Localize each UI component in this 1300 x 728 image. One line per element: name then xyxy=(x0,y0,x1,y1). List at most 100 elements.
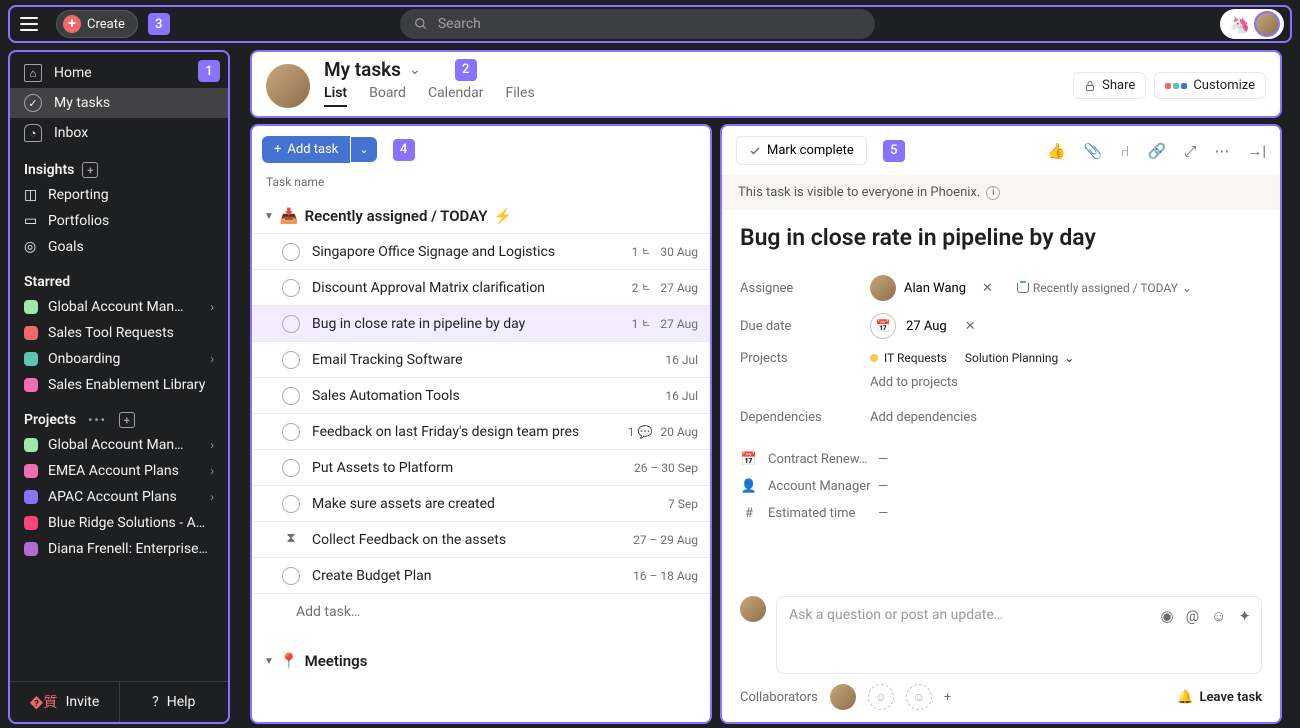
task-row[interactable]: Sales Automation Tools16 Jul xyxy=(252,377,710,413)
emoji-icon[interactable]: ☺ xyxy=(1211,607,1226,625)
unicorn-icon[interactable]: 🦄 xyxy=(1230,15,1250,34)
chevron-right-icon[interactable]: › xyxy=(210,300,214,314)
assignee-chip[interactable]: Alan Wang ✕ xyxy=(870,275,993,301)
user-avatar[interactable] xyxy=(1254,11,1280,37)
custom-field-row[interactable]: 📅Contract Renew…— xyxy=(740,446,1262,473)
record-icon[interactable]: ◉ xyxy=(1161,607,1174,625)
complete-checkbox[interactable] xyxy=(282,495,300,513)
chevron-right-icon[interactable]: › xyxy=(210,438,214,452)
starred-header[interactable]: Starred xyxy=(10,260,228,294)
nav-portfolios[interactable]: ▭Portfolios xyxy=(10,208,228,234)
starred-item[interactable]: Sales Enablement Library xyxy=(10,372,228,398)
clear-assignee-icon[interactable]: ✕ xyxy=(982,281,993,296)
field-icon: # xyxy=(740,506,758,521)
nav-goals[interactable]: ◎Goals xyxy=(10,234,228,260)
menu-toggle-icon[interactable] xyxy=(20,12,44,36)
complete-checkbox[interactable] xyxy=(282,243,300,261)
add-collaborator-placeholder[interactable]: ☺ xyxy=(906,684,932,710)
task-row[interactable]: Bug in close rate in pipeline by day1 27… xyxy=(252,305,710,341)
close-panel-icon[interactable]: →| xyxy=(1247,142,1266,160)
search-input[interactable]: Search xyxy=(400,9,875,39)
section-recently-assigned[interactable]: ▼ 📥 Recently assigned / TODAY ⚡ xyxy=(252,199,710,233)
add-task-inline[interactable]: Add task… xyxy=(252,593,710,630)
tab-files[interactable]: Files xyxy=(506,85,535,107)
complete-checkbox[interactable] xyxy=(282,387,300,405)
complete-checkbox[interactable] xyxy=(282,423,300,441)
task-row[interactable]: Make sure assets are created7 Sep xyxy=(252,485,710,521)
complete-checkbox[interactable] xyxy=(282,459,300,477)
assignee-section-chip[interactable]: Recently assigned / TODAY ⌄ xyxy=(1017,281,1192,295)
starred-item[interactable]: Global Account Man…› xyxy=(10,294,228,320)
more-icon[interactable]: ⋯ xyxy=(1214,142,1229,160)
tab-list[interactable]: List xyxy=(324,85,347,107)
custom-field-row[interactable]: #Estimated time— xyxy=(740,500,1262,527)
task-title[interactable]: Bug in close rate in pipeline by day xyxy=(740,224,1262,251)
add-dependencies-link[interactable]: Add dependencies xyxy=(870,410,977,425)
chevron-down-icon[interactable]: ⌄ xyxy=(409,62,421,78)
project-item[interactable]: Diana Frenell: Enterprise… xyxy=(10,536,228,562)
clear-date-icon[interactable]: ✕ xyxy=(965,319,976,334)
project-item[interactable]: APAC Account Plans› xyxy=(10,484,228,510)
insights-header[interactable]: Insights + xyxy=(10,148,228,182)
link-icon[interactable]: 🔗 xyxy=(1148,142,1167,160)
task-row[interactable]: ⧗Collect Feedback on the assets27 – 29 A… xyxy=(252,521,710,557)
mention-icon[interactable]: @ xyxy=(1186,607,1199,625)
nav-my-tasks[interactable]: ✓ My tasks xyxy=(10,88,228,118)
like-icon[interactable]: 👍 xyxy=(1047,142,1066,160)
add-to-projects-link[interactable]: Add to projects xyxy=(870,375,1092,390)
task-row[interactable]: Create Budget Plan16 – 18 Aug xyxy=(252,557,710,593)
chevron-right-icon[interactable]: › xyxy=(210,464,214,478)
task-row[interactable]: Discount Approval Matrix clarification2 … xyxy=(252,269,710,305)
custom-field-row[interactable]: 👤Account Manager— xyxy=(740,473,1262,500)
chevron-right-icon[interactable]: › xyxy=(210,490,214,504)
collaborator-avatar[interactable] xyxy=(830,684,856,710)
mark-complete-button[interactable]: Mark complete xyxy=(736,136,867,165)
task-row[interactable]: Singapore Office Signage and Logistics1 … xyxy=(252,233,710,269)
projects-header[interactable]: Projects ••• + xyxy=(10,398,228,432)
collapse-icon[interactable]: ▼ xyxy=(264,656,274,667)
complete-checkbox[interactable] xyxy=(282,351,300,369)
customize-button[interactable]: Customize xyxy=(1154,72,1266,99)
project-chip-solution-planning[interactable]: Solution Planning⌄ xyxy=(965,351,1074,365)
project-item[interactable]: Blue Ridge Solutions - A… xyxy=(10,510,228,536)
expand-icon[interactable]: ⤢ xyxy=(1184,142,1196,160)
tab-board[interactable]: Board xyxy=(369,85,406,107)
starred-item[interactable]: Sales Tool Requests xyxy=(10,320,228,346)
leave-task-button[interactable]: 🔔 Leave task xyxy=(1177,690,1262,705)
add-collaborator-icon[interactable]: + xyxy=(944,690,951,705)
add-project-icon[interactable]: + xyxy=(119,412,135,428)
task-row[interactable]: Put Assets to Platform26 – 30 Sep xyxy=(252,449,710,485)
add-insight-icon[interactable]: + xyxy=(82,162,98,178)
add-task-dropdown[interactable]: ⌄ xyxy=(351,137,376,162)
nav-reporting[interactable]: ◫Reporting xyxy=(10,182,228,208)
complete-checkbox[interactable] xyxy=(282,279,300,297)
due-date-chip[interactable]: 📅 27 Aug ✕ xyxy=(870,313,976,339)
add-task-button[interactable]: +Add task xyxy=(262,136,350,163)
share-button[interactable]: Share xyxy=(1073,72,1146,99)
task-row[interactable]: Feedback on last Friday's design team pr… xyxy=(252,413,710,449)
add-collaborator-placeholder[interactable]: ☺ xyxy=(868,684,894,710)
complete-checkbox[interactable] xyxy=(282,567,300,585)
section-meetings[interactable]: ▼ 📍 Meetings xyxy=(252,644,710,678)
chevron-right-icon[interactable]: › xyxy=(210,352,214,366)
create-button[interactable]: + Create xyxy=(56,10,138,38)
collapse-icon[interactable]: ▼ xyxy=(264,211,274,222)
tab-calendar[interactable]: Calendar xyxy=(428,85,484,107)
project-chip-it-requests[interactable]: IT Requests xyxy=(870,351,947,365)
info-icon[interactable]: i xyxy=(986,186,1000,200)
comment-input[interactable]: Ask a question or post an update… ◉ @ ☺ … xyxy=(776,596,1262,674)
more-icon[interactable]: ••• xyxy=(84,413,111,427)
project-item[interactable]: EMEA Account Plans› xyxy=(10,458,228,484)
nav-inbox[interactable]: ◔ Inbox xyxy=(10,118,228,148)
starred-item[interactable]: Onboarding› xyxy=(10,346,228,372)
invite-button[interactable]: �質Invite xyxy=(10,682,120,722)
profile-avatar[interactable] xyxy=(266,64,310,108)
subtask-icon[interactable]: ⑁ xyxy=(1121,142,1130,160)
task-row[interactable]: Email Tracking Software16 Jul xyxy=(252,341,710,377)
help-button[interactable]: ?Help xyxy=(120,682,229,722)
nav-home[interactable]: ⌂ Home xyxy=(10,58,228,88)
star-icon[interactable]: ✦ xyxy=(1238,607,1251,625)
attachment-icon[interactable]: 📎 xyxy=(1084,142,1103,160)
project-item[interactable]: Global Account Man…› xyxy=(10,432,228,458)
complete-checkbox[interactable] xyxy=(282,315,300,333)
